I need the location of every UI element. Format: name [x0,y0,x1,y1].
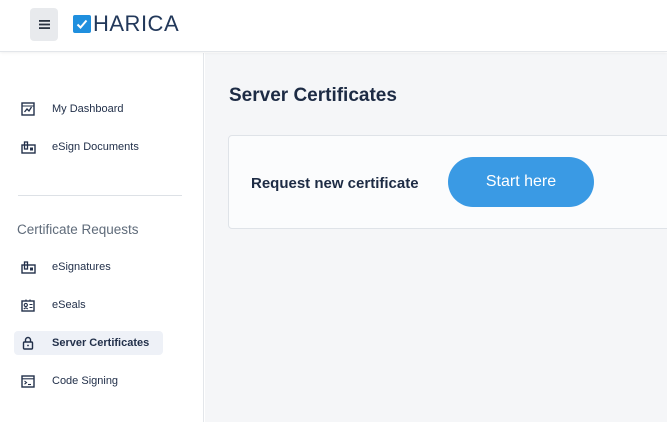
logo-text: HARICA [93,11,180,36]
sidebar-divider [18,195,182,196]
request-label: Request new certificate [251,175,419,192]
request-card: Request new certificate Start here [228,135,667,229]
esign-icon [20,259,36,275]
start-here-button[interactable]: Start here [448,157,594,207]
section-title: Certificate Requests [17,222,139,237]
sidebar-item-label: eSeals [52,299,86,311]
menu-button[interactable] [30,8,58,41]
sidebar-item-eseals[interactable]: eSeals [14,293,100,317]
sidebar-item-label: My Dashboard [52,103,124,115]
seal-icon [20,297,36,313]
sidebar: My Dashboard eSign Documents Certificate… [0,53,204,422]
sidebar-item-label: eSign Documents [52,141,139,153]
checkmark-icon [73,15,91,33]
code-icon [20,373,36,389]
sidebar-item-label: Code Signing [52,375,119,387]
sidebar-item-esignatures[interactable]: eSignatures [14,255,125,279]
sidebar-item-my-dashboard[interactable]: My Dashboard [14,97,138,121]
sidebar-item-esign-documents[interactable]: eSign Documents [14,135,153,159]
sidebar-item-code-signing[interactable]: Code Signing [14,369,132,393]
dashboard-icon [20,101,36,117]
main-content: Server Certificates Request new certific… [205,53,667,422]
sidebar-item-server-certificates[interactable]: Server Certificates [14,331,164,355]
lock-icon [20,335,36,351]
page-title: Server Certificates [229,85,397,106]
esign-icon [20,139,36,155]
hamburger-icon [38,20,50,29]
sidebar-item-label: eSignatures [52,261,111,273]
sidebar-item-label: Server Certificates [52,337,150,349]
harica-logo[interactable]: HARICA [73,13,179,35]
top-bar: HARICA [0,0,667,52]
